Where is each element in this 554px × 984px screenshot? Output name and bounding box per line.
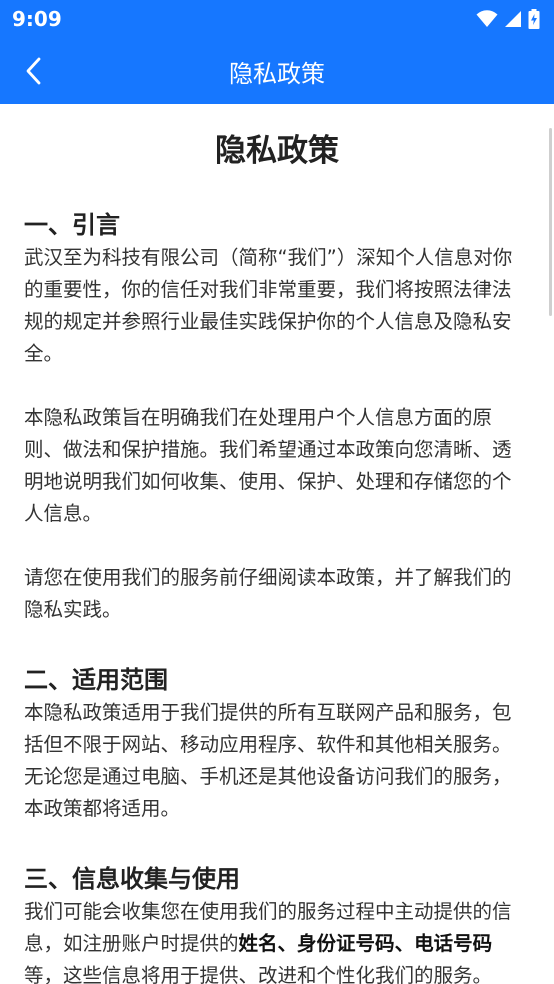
status-icons (476, 9, 540, 29)
paragraph-text: 等，这些信息将用于提供、改进和个性化我们的服务。 (24, 964, 493, 984)
chevron-left-icon (26, 57, 41, 85)
scrollbar[interactable] (549, 128, 552, 316)
policy-content[interactable]: 隐私政策 一、引言 武汉至为科技有限公司（简称“我们”）深知个人信息对你的重要性… (0, 104, 554, 984)
document-title: 隐私政策 (215, 133, 339, 169)
paragraph: 武汉至为科技有限公司（简称“我们”）深知个人信息对你的重要性，你的信任对我们非常… (24, 246, 513, 365)
app-bar: 隐私政策 (0, 38, 554, 104)
bold-term: 电话号码 (414, 932, 493, 955)
section-heading: 二、适用范围 (24, 666, 168, 694)
paragraph: 本隐私政策旨在明确我们在处理用户个人信息方面的原则、做法和保护措施。我们希望通过… (24, 406, 512, 525)
section-heading: 一、引言 (24, 211, 120, 239)
bold-term: 姓名 (238, 932, 278, 955)
status-time: 9:09 (12, 7, 62, 31)
wifi-icon (476, 10, 498, 27)
status-bar: 9:09 (0, 0, 554, 38)
separator: 、 (277, 932, 298, 955)
battery-icon (528, 9, 540, 29)
paragraph: 本隐私政策适用于我们提供的所有互联网产品和服务，包括但不限于网站、移动应用程序、… (24, 701, 512, 820)
separator: 、 (394, 932, 415, 955)
app-bar-title: 隐私政策 (229, 59, 325, 88)
back-button[interactable] (16, 53, 52, 89)
paragraph: 我们可能会收集您在使用我们的服务过程中主动提供的信息，如注册账户时提供的姓名、身… (24, 896, 530, 984)
section-heading: 三、信息收集与使用 (24, 865, 240, 893)
signal-icon (505, 11, 521, 27)
bold-term: 身份证号码 (297, 932, 395, 955)
paragraph: 请您在使用我们的服务前仔细阅读本政策，并了解我们的隐私实践。 (24, 566, 512, 621)
